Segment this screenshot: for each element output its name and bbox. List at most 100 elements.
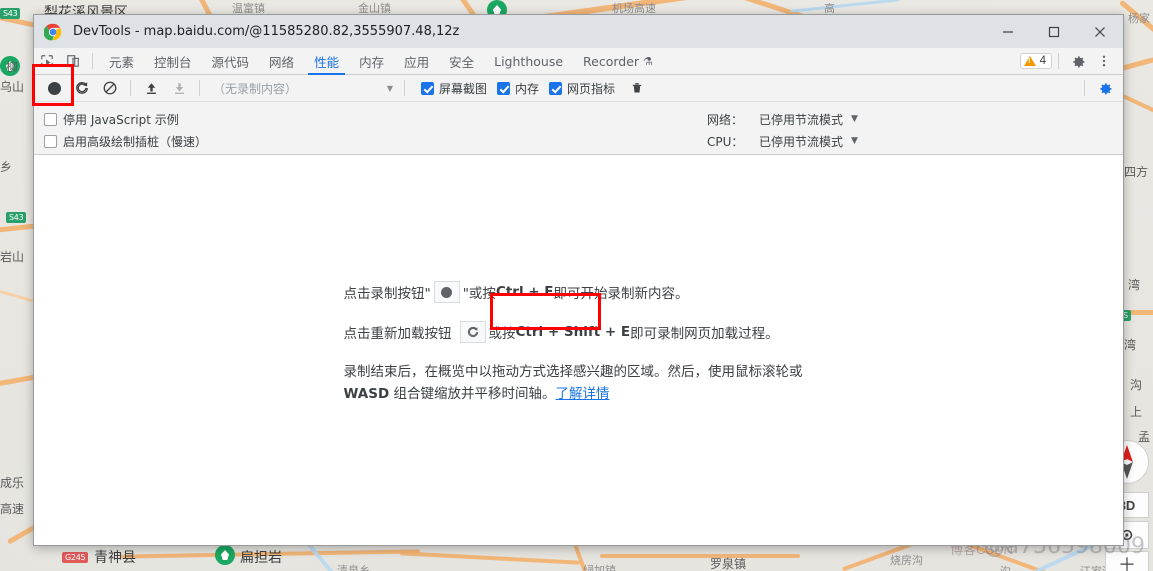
checkbox-icon[interactable] [549,81,563,95]
tab-8[interactable]: Lighthouse [484,48,573,75]
tab-label: 安全 [449,54,475,70]
tab-4[interactable]: 性能 [304,48,349,75]
landing-line1-suffix: "或按 [462,286,496,302]
capture-checkbox-0[interactable]: 屏幕截图 [421,80,487,97]
capture-settings-gear-icon[interactable] [1091,75,1119,101]
warning-badge[interactable]: 4 [1019,53,1052,69]
performance-landing-page: 点击录制按钮" "或按 Ctrl + E 即可开始录制新内容。 点击重新加载按钮… [344,281,814,405]
map-label: 烧房沟 [890,554,923,567]
map-label: 沟 [1130,378,1143,392]
reload-and-record-button[interactable] [68,75,96,101]
map-label: 孟 [1138,430,1151,444]
capture-checkbox-1[interactable]: 内存 [497,80,539,97]
network-throttling-row[interactable]: 网络： 已停用节流模式 ▼ [707,108,858,130]
capture-checkbox-2[interactable]: 网页指标 [549,80,615,97]
landing-line2-tail: 即可录制网页加载过程。 [630,326,779,342]
landing-line-record: 点击录制按钮" "或按 Ctrl + E 即可开始录制新内容。 [344,281,814,303]
map-poi-pin[interactable] [215,545,235,565]
tab-7[interactable]: 安全 [439,48,484,75]
map-label: 上 [1130,405,1143,419]
experiment-flask-icon: ⚗ [643,54,653,68]
devtools-window: DevTools - map.baidu.com/@11585280.82,35… [33,14,1124,546]
chevron-down-icon: ▼ [851,136,858,146]
landing-line2-mid: 或按 [488,326,516,342]
landing-line1-prefix: 点击录制按钮" [343,286,431,302]
landing-para-shortcut: WASD [343,386,390,402]
cpu-throttling-row[interactable]: CPU： 已停用节流模式 ▼ [707,130,858,152]
tab-label: 控制台 [154,54,192,70]
tab-3[interactable]: 网络 [259,48,304,75]
capture-settings-pane: 停用 JavaScript 示例启用高级绘制插桩（慢速） 网络： 已停用节流模式… [34,102,1123,155]
map-label: 杨家 [1128,12,1150,25]
gear-icon[interactable] [1065,48,1091,74]
window-minimize-button[interactable] [985,15,1031,48]
checkbox-icon[interactable] [44,134,57,148]
map-label: 岩山 [0,250,25,264]
toolbar-separator [199,80,200,96]
capture-options: 屏幕截图 内存 网页指标 [411,80,615,97]
trash-icon[interactable] [623,75,651,101]
tab-5[interactable]: 内存 [349,48,394,75]
tab-list: 元素 控制台 源代码 网络 性能 内存 应用 安全 Lighthouse Recorder ⚗ [99,48,663,75]
landing-para-part2: 组合键缩放并平移时间轴。 [389,386,556,402]
setting-option-0[interactable]: 停用 JavaScript 示例 [44,108,207,130]
landing-line2-prefix: 点击重新加载按钮 [343,326,452,342]
inline-reload-button[interactable] [459,321,486,343]
inspect-element-icon[interactable] [34,48,60,74]
warning-icon [1023,56,1036,66]
map-road-shield: S43 [6,212,27,223]
setting-option-label: 启用高级绘制插桩（慢速） [63,134,208,149]
setting-option-1[interactable]: 启用高级绘制插桩（慢速） [44,130,207,152]
tab-1[interactable]: 控制台 [144,48,202,75]
tab-label: 应用 [404,54,430,70]
toolbar-separator [1058,53,1059,69]
toolbar-separator [92,53,93,69]
window-close-button[interactable] [1077,15,1123,48]
record-button[interactable] [40,75,68,101]
tab-label: 元素 [109,54,135,70]
checkbox-icon[interactable] [497,81,511,95]
network-value: 已停用节流模式 [759,112,844,127]
window-maximize-button[interactable] [1031,15,1077,48]
map-label: 青神县 [94,550,136,566]
map-label: 乌山 [0,80,25,94]
tab-label: 网络 [269,54,295,70]
map-label: 湾 [1128,278,1141,292]
save-profile-button[interactable] [165,75,193,101]
landing-para-part1: 录制结束后，在概览中以拖动方式选择感兴趣的区域。然后，使用鼠标滚轮或 [343,364,803,380]
map-road-shield: G245 [62,552,89,563]
record-dot-icon [47,81,61,95]
tab-label: Recorder [583,53,640,69]
learn-more-link[interactable]: 了解详情 [555,386,609,402]
toolbar-separator [404,80,405,96]
device-toolbar-icon[interactable] [60,48,86,74]
window-titlebar[interactable]: DevTools - map.baidu.com/@11585280.82,35… [34,15,1123,48]
map-road [600,554,800,558]
checkbox-icon[interactable] [421,81,434,95]
recording-selector[interactable]: （无录制内容） ▼ [208,78,398,98]
load-profile-button[interactable] [137,75,165,101]
checkbox-icon[interactable] [44,112,57,126]
tab-label: 性能 [314,54,340,70]
more-vertical-icon[interactable] [1091,48,1117,74]
landing-line-reload: 点击重新加载按钮 或按 Ctrl + Shift + E 即可录制网页加载过程。 [344,321,814,343]
window-title: DevTools - map.baidu.com/@11585280.82,35… [73,24,460,39]
performance-toolbar: （无录制内容） ▼ 屏幕截图 内存 网页指标 [34,75,1123,102]
tab-0[interactable]: 元素 [99,48,144,75]
landing-line1-tail: 即可开始录制新内容。 [553,286,689,302]
tab-2[interactable]: 源代码 [202,48,260,75]
tabbar-right-group: 4 [1019,48,1123,74]
tab-6[interactable]: 应用 [394,48,439,75]
cpu-value: 已停用节流模式 [759,134,844,149]
map-road-shield: S43 [0,8,21,19]
checkbox-label: 屏幕截图 [439,81,488,96]
map-label: 四方 [1124,165,1149,179]
tab-label: 源代码 [211,54,250,70]
inline-record-button[interactable] [433,281,460,303]
map-label: 柳 [6,60,19,74]
clear-recording-button[interactable] [96,75,124,101]
checkbox-label: 内存 [515,81,540,96]
landing-paragraph: 录制结束后，在概览中以拖动方式选择感兴趣的区域。然后，使用鼠标滚轮或 WASD … [344,361,814,405]
tab-9[interactable]: Recorder ⚗ [573,48,663,75]
chevron-down-icon: ▼ [386,83,393,93]
